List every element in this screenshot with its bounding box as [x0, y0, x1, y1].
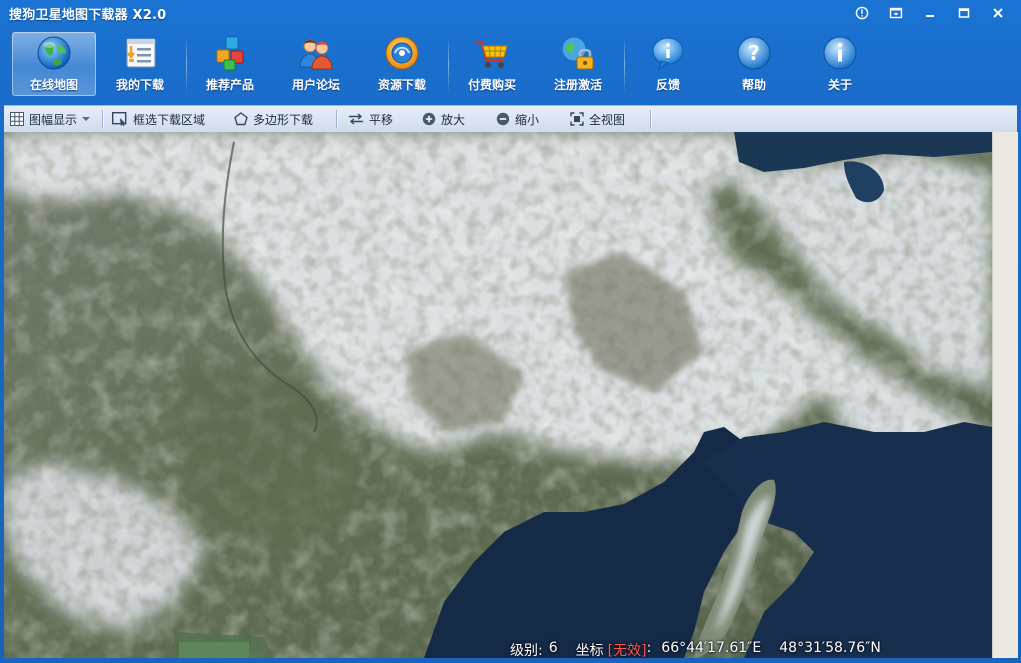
zoom-in-label: 放大 [441, 112, 466, 127]
toolbar-label: 注册激活 [553, 78, 602, 92]
close-icon [993, 8, 1003, 18]
mapbar-separator [102, 110, 103, 128]
full-view-label: 全视图 [589, 112, 626, 127]
coordinate-invalid-flag: [无效] [607, 643, 647, 659]
about-window-button[interactable] [845, 2, 879, 24]
resource-disc-icon [385, 36, 419, 70]
grid-icon [10, 112, 24, 126]
toolbar-register-button[interactable]: 注册激活 [536, 32, 620, 96]
exclamation-circle-icon [855, 6, 869, 20]
toolbar-forum-button[interactable]: 用户论坛 [274, 32, 358, 96]
coordinate-label: 坐标 [575, 643, 604, 659]
select-rect-icon [112, 112, 127, 126]
window-controls [845, 2, 1015, 24]
shopping-cart-icon [476, 40, 508, 68]
menu-dropdown-icon [889, 7, 903, 19]
zoom-in-button[interactable]: 放大 [422, 106, 465, 132]
toolbar-label: 在线地图 [29, 78, 78, 92]
toolbar-label: 帮助 [741, 78, 766, 92]
map-status-overlay: 级别: 6 坐标 [无效] : 66°44′17.61″E 48°31′58.7… [510, 640, 881, 660]
pan-label: 平移 [369, 112, 394, 127]
title-bar: 搜狗卫星地图下载器 X2.0 [0, 0, 1021, 26]
toolbar-recommended-products-button[interactable]: 推荐产品 [188, 32, 272, 96]
window-bottom-border [0, 658, 1021, 663]
feedback-bubble-icon [652, 37, 684, 71]
coordinate-colon: : [646, 640, 652, 656]
full-view-button[interactable]: 全视图 [570, 106, 625, 132]
zoom-level-value: 6 [548, 640, 558, 656]
download-list-icon [126, 38, 156, 68]
satellite-imagery [4, 132, 992, 658]
polygon-download-button[interactable]: 多边形下载 [234, 106, 313, 132]
close-button[interactable] [981, 2, 1015, 24]
toolbar-label: 我的下载 [115, 78, 164, 92]
zoom-out-icon [496, 112, 510, 126]
minimize-icon [926, 15, 934, 17]
toolbar-separator [448, 36, 449, 94]
toolbar-resources-button[interactable]: 资源下载 [360, 32, 444, 96]
main-toolbar: 在线地图 我的下载 推荐产品 用户论坛 资源下载 付费购买 注册激活 反馈 ? … [0, 28, 1021, 104]
zoom-in-icon [422, 112, 436, 126]
app-window: 搜狗卫星地图下载器 X2.0 在线地图 我的下载 推荐产品 用户论坛 资源下载 … [0, 0, 1021, 663]
map-vertical-scrollbar[interactable] [992, 132, 1018, 658]
svg-text:?: ? [748, 41, 760, 65]
toolbar-label: 推荐产品 [205, 78, 254, 92]
select-download-area-label: 框选下载区域 [133, 112, 206, 127]
toolbar-online-map-button[interactable]: 在线地图 [12, 32, 96, 96]
longitude-value: 66°44′17.61″E [661, 640, 762, 656]
toolbar-my-downloads-button[interactable]: 我的下载 [98, 32, 182, 96]
toolbar-purchase-button[interactable]: 付费购买 [450, 32, 534, 96]
zoom-out-label: 缩小 [515, 112, 540, 127]
full-view-icon [570, 112, 584, 126]
toolbar-label: 资源下载 [377, 78, 426, 92]
menu-window-button[interactable] [879, 2, 913, 24]
latitude-value: 48°31′58.76″N [779, 640, 881, 656]
toolbar-feedback-button[interactable]: 反馈 [626, 32, 710, 96]
zoom-out-button[interactable]: 缩小 [496, 106, 539, 132]
users-icon [299, 39, 333, 70]
toolbar-label: 用户论坛 [291, 78, 340, 92]
info-icon [823, 36, 857, 70]
toolbar-label: 付费购买 [467, 78, 516, 92]
maximize-button[interactable] [947, 2, 981, 24]
pan-button[interactable]: 平移 [348, 106, 393, 132]
toolbar-label: 关于 [827, 78, 852, 92]
toolbar-separator [186, 36, 187, 94]
globe-icon [37, 36, 71, 70]
map-command-bar: 图幅显示 框选下载区域 多边形下载 平移 放大 缩小 全视图 [4, 105, 1017, 133]
toolbar-about-button[interactable]: 关于 [798, 32, 882, 96]
cubes-icon [216, 36, 244, 71]
mapbar-separator [650, 110, 651, 128]
minimize-button[interactable] [913, 2, 947, 24]
maximize-icon [958, 8, 970, 18]
map-sheet-display-label: 图幅显示 [29, 112, 78, 127]
polygon-download-label: 多边形下载 [253, 112, 314, 127]
polygon-icon [234, 112, 248, 126]
satellite-map-view[interactable] [4, 132, 992, 658]
zoom-level-label: 级别: [510, 643, 543, 659]
help-icon: ? [737, 36, 771, 70]
pan-icon [349, 113, 363, 125]
chevron-down-icon [82, 117, 91, 121]
toolbar-label: 反馈 [655, 78, 680, 92]
app-title: 搜狗卫星地图下载器 X2.0 [9, 8, 167, 23]
toolbar-separator [624, 36, 625, 94]
register-lock-icon [561, 36, 594, 70]
map-sheet-display-dropdown[interactable]: 图幅显示 [10, 106, 91, 132]
toolbar-help-button[interactable]: ? 帮助 [712, 32, 796, 96]
mapbar-separator [336, 110, 337, 128]
select-download-area-button[interactable]: 框选下载区域 [112, 106, 205, 132]
